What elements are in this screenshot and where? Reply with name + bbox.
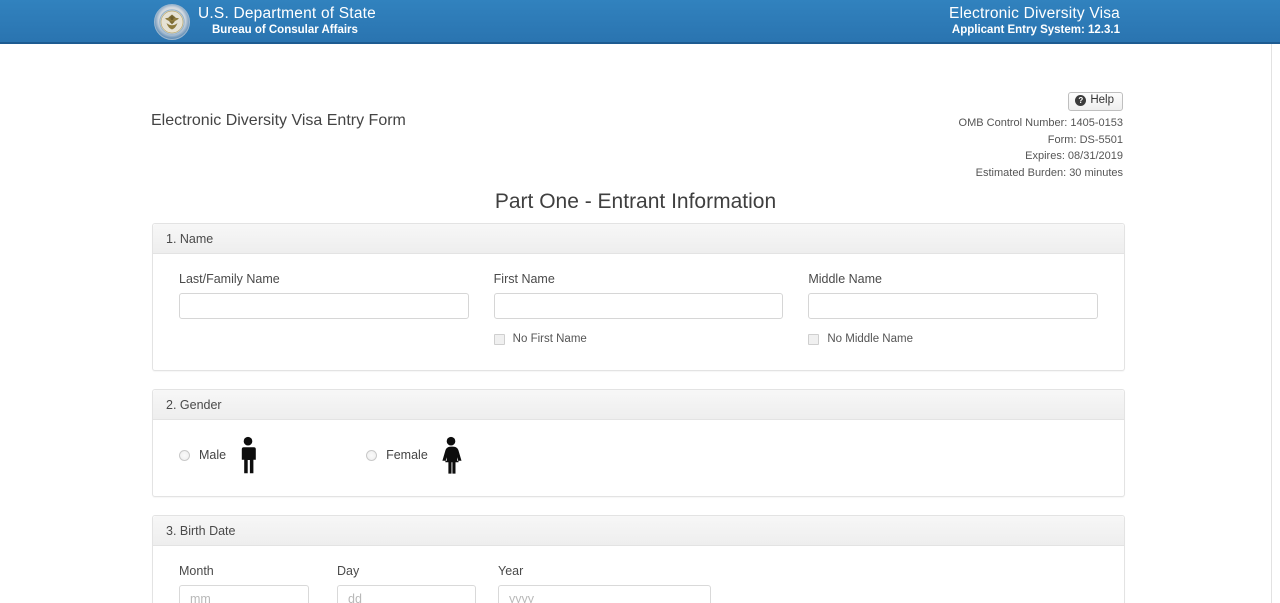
first-name-label: First Name [493,272,555,286]
gender-option-female[interactable]: Female [366,436,462,474]
birth-day-label: Day [337,564,360,578]
seal-eagle-icon [159,9,185,35]
birth-month-group: Month [179,564,309,603]
middle-name-label: Middle Name [808,272,882,286]
department-title-block: U.S. Department of State Bureau of Consu… [198,5,376,38]
no-first-name-label[interactable]: No First Name [513,333,587,345]
birth-year-label: Year [498,564,524,578]
birth-year-input[interactable] [498,585,711,603]
page-content: Electronic Diversity Visa Entry Form ? H… [0,44,1272,603]
no-middle-name-label[interactable]: No Middle Name [827,333,913,345]
last-name-input[interactable] [179,293,469,319]
estimated-burden: Estimated Burden: 30 minutes [975,167,1123,180]
system-title-block: Electronic Diversity Visa Applicant Entr… [949,5,1120,38]
bureau-name: Bureau of Consular Affairs [212,24,358,37]
male-pictogram-icon [241,436,256,474]
gender-radio-female[interactable] [366,449,378,461]
first-name-group: First Name No First Name [493,272,784,346]
panel-birth-date-body: Month Day Year [153,546,1124,603]
last-name-group: Last/Family Name [179,272,469,346]
no-first-name-row[interactable]: No First Name [493,332,784,346]
panel-birth-date: 3. Birth Date Month Day Year [152,515,1125,603]
panel-birth-date-header: 3. Birth Date [153,516,1124,546]
panel-name: 1. Name Last/Family Name First Name No F… [152,223,1125,371]
gender-male-label[interactable]: Male [199,448,226,462]
panel-gender-body: Male Female [153,420,1124,496]
birth-day-input[interactable] [337,585,476,603]
panel-name-header: 1. Name [153,224,1124,254]
system-name: Electronic Diversity Visa [949,5,1120,22]
last-name-label: Last/Family Name [179,272,280,286]
no-middle-name-checkbox[interactable] [808,333,820,345]
question-mark-circle-icon: ? [1075,95,1087,107]
middle-name-group: Middle Name No Middle Name [808,272,1099,346]
middle-name-input[interactable] [808,293,1099,319]
birth-year-group: Year [498,564,711,603]
page-title: Electronic Diversity Visa Entry Form [151,112,406,129]
first-name-input[interactable] [493,293,784,319]
department-name: U.S. Department of State [198,5,376,22]
form-expiration: Expires: 08/31/2019 [1025,150,1123,163]
help-button-label: Help [1090,94,1114,106]
omb-info-block: OMB Control Number: 1405-0153 Form: DS-5… [959,115,1123,182]
no-first-name-checkbox[interactable] [493,333,505,345]
last-name-spacer [179,319,469,346]
state-department-seal [154,4,190,40]
help-button[interactable]: ? Help [1068,92,1123,111]
birth-month-label: Month [179,564,214,578]
birth-day-group: Day [337,564,476,603]
form-panels: 1. Name Last/Family Name First Name No F… [152,223,1125,603]
part-heading: Part One - Entrant Information [494,190,777,213]
panel-gender: 2. Gender Male Female [152,389,1125,497]
system-version: Applicant Entry System: 12.3.1 [951,24,1120,37]
gender-female-label[interactable]: Female [386,448,428,462]
gender-option-male[interactable]: Male [179,436,258,474]
site-banner: U.S. Department of State Bureau of Consu… [0,0,1280,44]
no-middle-name-row[interactable]: No Middle Name [808,332,1098,346]
omb-control-number: OMB Control Number: 1405-0153 [958,117,1123,129]
panel-name-body: Last/Family Name First Name No First Nam… [153,254,1124,370]
female-pictogram-icon [442,436,462,474]
gender-radio-male[interactable] [179,449,190,461]
birth-month-input[interactable] [179,585,309,603]
panel-gender-header: 2. Gender [153,390,1124,420]
form-number: Form: DS-5501 [1047,133,1123,146]
